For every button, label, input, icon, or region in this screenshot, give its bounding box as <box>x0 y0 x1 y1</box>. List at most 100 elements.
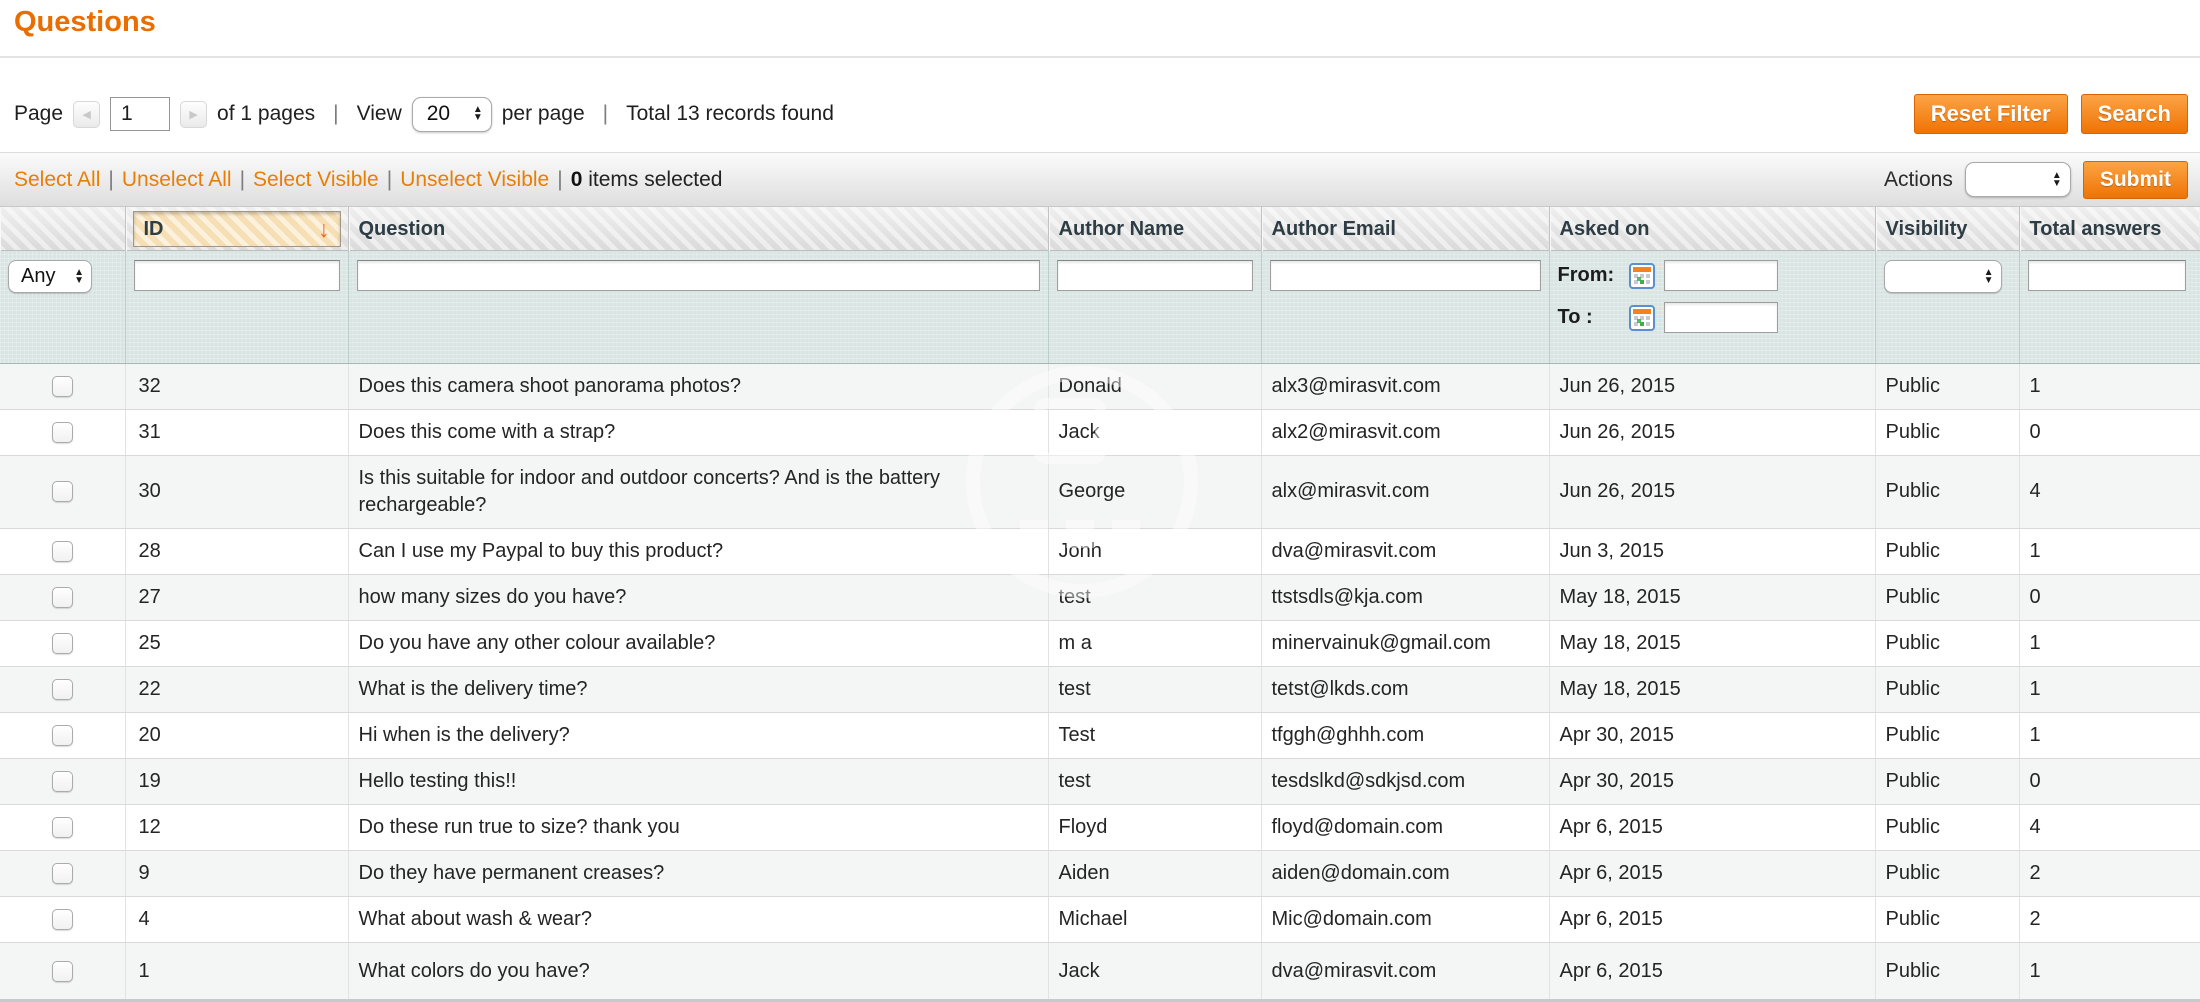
row-checkbox[interactable] <box>52 679 73 700</box>
column-header-asked-on[interactable]: Asked on <box>1549 207 1875 251</box>
select-all-link[interactable]: Select All <box>14 168 100 192</box>
table-row[interactable]: 25 Do you have any other colour availabl… <box>0 620 2200 666</box>
table-row[interactable]: 28 Can I use my Paypal to buy this produ… <box>0 528 2200 574</box>
actions-select[interactable]: ▲▼ <box>1965 162 2071 197</box>
table-row[interactable]: 27 how many sizes do you have? test ttst… <box>0 574 2200 620</box>
row-checkbox[interactable] <box>52 909 73 930</box>
cell-total-answers: 1 <box>2019 942 2200 1001</box>
search-button[interactable]: Search <box>2081 94 2188 134</box>
questions-grid-page: Questions Page ◀ ▶ of 1 pages | View 20 … <box>0 0 2200 1002</box>
calendar-icon[interactable] <box>1629 263 1655 289</box>
cell-author-name: Jack <box>1048 942 1261 1001</box>
cell-visibility: Public <box>1875 620 2019 666</box>
cell-author-email: tfggh@ghhh.com <box>1261 712 1549 758</box>
cell-author-email: dva@mirasvit.com <box>1261 528 1549 574</box>
cell-id: 31 <box>125 409 348 455</box>
separator: | <box>557 168 562 192</box>
cell-author-email: dva@mirasvit.com <box>1261 942 1549 1001</box>
cell-author-name: test <box>1048 666 1261 712</box>
author-name-filter-input[interactable] <box>1057 260 1253 291</box>
table-row[interactable]: 1 What colors do you have? Jack dva@mira… <box>0 942 2200 1001</box>
cell-author-name: Jonh <box>1048 528 1261 574</box>
per-page-select[interactable]: 20 ▲▼ <box>412 97 492 132</box>
column-header-id[interactable]: ID ↓ <box>125 207 348 251</box>
table-row[interactable]: 9 Do they have permanent creases? Aiden … <box>0 850 2200 896</box>
cell-asked-on: Apr 6, 2015 <box>1549 942 1875 1001</box>
select-arrows-icon: ▲▼ <box>1984 269 1994 285</box>
separator: | <box>387 168 392 192</box>
submit-button[interactable]: Submit <box>2083 161 2188 199</box>
cell-author-email: minervainuk@gmail.com <box>1261 620 1549 666</box>
cell-question: Do these run true to size? thank you <box>348 804 1048 850</box>
table-row[interactable]: 12 Do these run true to size? thank you … <box>0 804 2200 850</box>
column-header-id-label: ID <box>144 218 164 241</box>
column-header-question[interactable]: Question <box>348 207 1048 251</box>
select-visible-link[interactable]: Select Visible <box>253 168 379 192</box>
chevron-left-icon: ◀ <box>82 108 90 121</box>
row-checkbox[interactable] <box>52 961 73 982</box>
row-checkbox[interactable] <box>52 633 73 654</box>
table-row[interactable]: 31 Does this come with a strap? Jack alx… <box>0 409 2200 455</box>
column-header-total-answers[interactable]: Total answers <box>2019 207 2200 251</box>
cell-author-name: Jack <box>1048 409 1261 455</box>
cell-asked-on: Jun 26, 2015 <box>1549 409 1875 455</box>
cell-author-name: test <box>1048 758 1261 804</box>
row-checkbox[interactable] <box>52 771 73 792</box>
cell-id: 1 <box>125 942 348 1001</box>
cell-visibility: Public <box>1875 850 2019 896</box>
reset-filter-button[interactable]: Reset Filter <box>1914 94 2068 134</box>
cell-total-answers: 1 <box>2019 363 2200 409</box>
unselect-all-link[interactable]: Unselect All <box>122 168 232 192</box>
select-arrows-icon: ▲▼ <box>473 106 483 122</box>
page-title: Questions <box>14 6 156 39</box>
cell-author-name: test <box>1048 574 1261 620</box>
unselect-visible-link[interactable]: Unselect Visible <box>400 168 549 192</box>
total-answers-filter-input[interactable] <box>2028 260 2186 291</box>
cell-total-answers: 2 <box>2019 896 2200 942</box>
previous-page-button[interactable]: ◀ <box>73 101 100 128</box>
cell-author-name: Donald <box>1048 363 1261 409</box>
author-email-filter-input[interactable] <box>1270 260 1541 291</box>
column-header-visibility[interactable]: Visibility <box>1875 207 2019 251</box>
table-row[interactable]: 22 What is the delivery time? test tetst… <box>0 666 2200 712</box>
column-header-author-email[interactable]: Author Email <box>1261 207 1549 251</box>
row-checkbox[interactable] <box>52 376 73 397</box>
asked-from-date-input[interactable] <box>1664 260 1778 291</box>
cell-author-email: alx3@mirasvit.com <box>1261 363 1549 409</box>
table-row[interactable]: 19 Hello testing this!! test tesdslkd@sd… <box>0 758 2200 804</box>
id-filter-input[interactable] <box>134 260 340 291</box>
calendar-icon[interactable] <box>1629 305 1655 331</box>
cell-id: 27 <box>125 574 348 620</box>
cell-author-email: floyd@domain.com <box>1261 804 1549 850</box>
cell-visibility: Public <box>1875 455 2019 528</box>
table-row[interactable]: 30 Is this suitable for indoor and outdo… <box>0 455 2200 528</box>
asked-to-date-input[interactable] <box>1664 302 1778 333</box>
page-label: Page <box>14 102 63 126</box>
row-checkbox[interactable] <box>52 422 73 443</box>
question-filter-input[interactable] <box>357 260 1040 291</box>
cell-question: Is this suitable for indoor and outdoor … <box>348 455 1048 528</box>
cell-author-email: tetst@lkds.com <box>1261 666 1549 712</box>
row-checkbox[interactable] <box>52 863 73 884</box>
next-page-button[interactable]: ▶ <box>180 101 207 128</box>
row-checkbox[interactable] <box>52 587 73 608</box>
row-checkbox[interactable] <box>52 481 73 502</box>
checkbox-filter-select[interactable]: Any ▲▼ <box>8 260 92 293</box>
visibility-filter-select[interactable]: ▲▼ <box>1884 260 2002 293</box>
page-number-input[interactable] <box>110 97 170 131</box>
row-checkbox[interactable] <box>52 817 73 838</box>
separator: | <box>603 102 608 126</box>
column-header-author-name[interactable]: Author Name <box>1048 207 1261 251</box>
toolbar-buttons: Reset Filter Search <box>1914 94 2188 134</box>
cell-author-email: ttstsdls@kja.com <box>1261 574 1549 620</box>
cell-id: 12 <box>125 804 348 850</box>
cell-question: Does this come with a strap? <box>348 409 1048 455</box>
row-checkbox[interactable] <box>52 725 73 746</box>
massaction-links: Select All | Unselect All | Select Visib… <box>14 168 722 192</box>
table-row[interactable]: 4 What about wash & wear? Michael Mic@do… <box>0 896 2200 942</box>
row-checkbox[interactable] <box>52 541 73 562</box>
header-checkbox-column <box>0 207 125 251</box>
table-row[interactable]: 32 Does this camera shoot panorama photo… <box>0 363 2200 409</box>
table-row[interactable]: 20 Hi when is the delivery? Test tfggh@g… <box>0 712 2200 758</box>
cell-id: 19 <box>125 758 348 804</box>
